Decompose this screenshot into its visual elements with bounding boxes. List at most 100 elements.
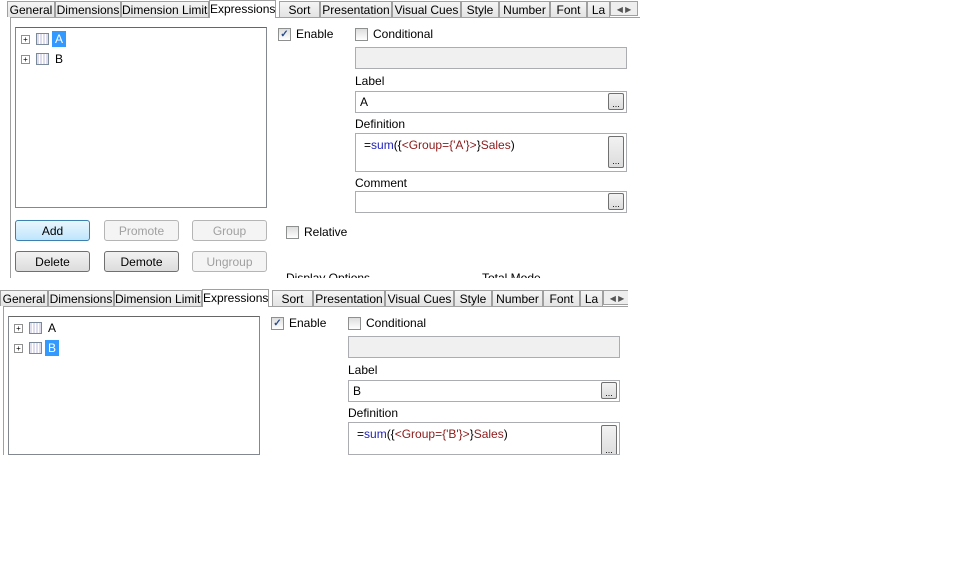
- definition-field: Sales: [473, 427, 504, 441]
- expand-icon[interactable]: +: [21, 34, 30, 44]
- label-edit-button[interactable]: ...: [608, 93, 624, 110]
- conditional-checkbox[interactable]: Conditional: [348, 316, 426, 330]
- label-value: A: [360, 95, 369, 109]
- expand-icon[interactable]: +: [14, 323, 23, 333]
- checkbox-box[interactable]: [348, 316, 361, 330]
- definition-end: ): [503, 427, 508, 441]
- comment-edit-button[interactable]: ...: [608, 193, 624, 210]
- tab-style[interactable]: Style: [454, 290, 492, 306]
- definition-heading: Definition: [348, 406, 399, 420]
- definition-func: sum: [364, 427, 387, 441]
- definition-input[interactable]: =sum({<Group={'B'}>}Sales)...: [348, 422, 620, 455]
- tree-node[interactable]: + B: [14, 339, 60, 357]
- definition-heading: Definition: [355, 117, 406, 131]
- tab-bar: General Dimensions Dimension Limits Express…: [7, 0, 638, 18]
- tab-expressions[interactable]: Expressions: [202, 289, 269, 307]
- table-icon: [29, 322, 42, 334]
- tree-node-label: A: [48, 321, 57, 335]
- tab-dimensions[interactable]: Dimensions: [48, 290, 114, 306]
- definition-end: ): [510, 138, 515, 152]
- scroll-left-icon[interactable]: ◀: [610, 294, 616, 303]
- comment-input[interactable]: ...: [355, 191, 627, 213]
- checkmark-icon[interactable]: ✓: [278, 27, 291, 41]
- checkbox-box[interactable]: [286, 225, 299, 239]
- table-icon: [29, 342, 42, 354]
- label-heading: Label: [348, 363, 378, 377]
- checkbox-box[interactable]: [355, 27, 368, 41]
- scroll-right-icon[interactable]: ▶: [625, 5, 631, 14]
- definition-field: Sales: [480, 138, 511, 152]
- label-edit-button[interactable]: ...: [601, 382, 617, 399]
- tab-number[interactable]: Number: [499, 1, 550, 17]
- tree-node[interactable]: + B: [21, 50, 66, 68]
- conditional-checkbox[interactable]: Conditional: [355, 27, 433, 41]
- definition-prefix: =: [357, 427, 365, 441]
- add-button[interactable]: Add: [15, 220, 90, 241]
- table-icon: [36, 53, 49, 65]
- expression-tree[interactable]: + A + B: [8, 316, 260, 455]
- scroll-right-icon[interactable]: ▶: [618, 294, 624, 303]
- comment-heading: Comment: [355, 176, 408, 190]
- label-value: B: [353, 384, 362, 398]
- definition-set: <Group={'A'}>: [401, 138, 477, 152]
- conditional-expression-input: [348, 336, 620, 358]
- delete-button[interactable]: Delete: [15, 251, 90, 272]
- tab-general[interactable]: General: [7, 1, 55, 17]
- tab-visual-cues[interactable]: Visual Cues: [385, 290, 454, 306]
- definition-prefix: =: [364, 138, 372, 152]
- label-heading: Label: [355, 74, 385, 88]
- demote-button[interactable]: Demote: [104, 251, 179, 272]
- tab-la[interactable]: La: [587, 1, 610, 17]
- definition-set: <Group={'B'}>: [394, 427, 470, 441]
- tab-visual-cues[interactable]: Visual Cues: [392, 1, 461, 17]
- definition-edit-button[interactable]: ...: [601, 425, 617, 454]
- tab-general[interactable]: General: [0, 290, 48, 306]
- tab-dimension-limits[interactable]: Dimension Limits: [114, 290, 202, 306]
- scroll-left-icon[interactable]: ◀: [617, 5, 623, 14]
- checkmark-icon[interactable]: ✓: [271, 316, 284, 330]
- expand-icon[interactable]: +: [14, 343, 23, 353]
- conditional-label: Conditional: [373, 27, 434, 41]
- tab-style[interactable]: Style: [461, 1, 499, 17]
- conditional-expression-input: [355, 47, 627, 69]
- tab-expressions[interactable]: Expressions: [209, 0, 276, 18]
- tab-number[interactable]: Number: [492, 290, 543, 306]
- tab-scroll-arrows[interactable]: ◀ ▶: [603, 290, 628, 305]
- enable-label: Enable: [289, 316, 327, 330]
- expression-tree[interactable]: + A + B: [15, 27, 267, 208]
- tab-scroll-arrows[interactable]: ◀ ▶: [610, 1, 638, 16]
- tree-node[interactable]: + A: [21, 30, 67, 48]
- relative-label: Relative: [304, 225, 348, 239]
- tab-font[interactable]: Font: [550, 1, 587, 17]
- relative-checkbox[interactable]: Relative: [286, 225, 347, 239]
- tree-node-label: B: [55, 52, 64, 66]
- tab-presentation[interactable]: Presentation: [313, 290, 385, 306]
- tree-node-label: A: [52, 31, 67, 47]
- tab-bar: General Dimensions Dimension Limits Express…: [0, 289, 628, 307]
- table-icon: [36, 33, 49, 45]
- tab-font[interactable]: Font: [543, 290, 580, 306]
- definition-func: sum: [371, 138, 394, 152]
- expand-icon[interactable]: +: [21, 54, 30, 64]
- display-options-heading: Display Options: [286, 271, 371, 278]
- conditional-label: Conditional: [366, 316, 427, 330]
- group-button: Group: [192, 220, 267, 241]
- tab-dimensions[interactable]: Dimensions: [55, 1, 121, 17]
- label-input[interactable]: A...: [355, 91, 627, 113]
- enable-label: Enable: [296, 27, 334, 41]
- enable-checkbox[interactable]: ✓ Enable: [271, 316, 326, 330]
- promote-button: Promote: [104, 220, 179, 241]
- tab-sort[interactable]: Sort: [272, 290, 313, 306]
- tree-node[interactable]: + A: [14, 319, 59, 337]
- definition-input[interactable]: =sum({<Group={'A'}>}Sales)...: [355, 133, 627, 172]
- tab-presentation[interactable]: Presentation: [320, 1, 392, 17]
- definition-edit-button[interactable]: ...: [608, 136, 624, 168]
- label-input[interactable]: B...: [348, 380, 620, 402]
- tab-la[interactable]: La: [580, 290, 603, 306]
- tab-dimension-limits[interactable]: Dimension Limits: [121, 1, 209, 17]
- chart-properties-panel-b: General Dimensions Dimension Limits Express…: [0, 289, 628, 455]
- definition-open: ({: [386, 427, 395, 441]
- total-mode-heading: Total Mode: [482, 271, 541, 278]
- tab-sort[interactable]: Sort: [279, 1, 320, 17]
- enable-checkbox[interactable]: ✓ Enable: [278, 27, 333, 41]
